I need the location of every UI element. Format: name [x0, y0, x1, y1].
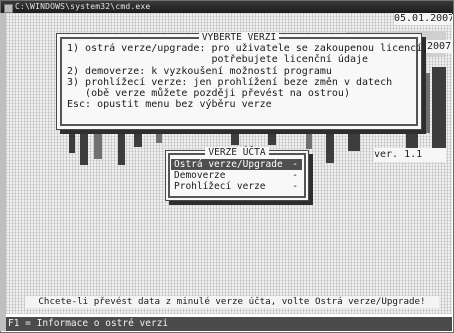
dialog-text: 1) ostrá verze/upgrade: pro uživatele se…: [67, 43, 428, 111]
dialog-line: 1) ostrá verze/upgrade: pro uživatele se…: [67, 43, 429, 54]
select-version-dialog: VYBERTE VERZI 1) ostrá verze/upgrade: pr…: [56, 32, 428, 130]
date-display: 05.01.2007: [394, 13, 452, 25]
menu-list: Ostrá verze/Upgrade - Demoverze - Prohlí…: [171, 159, 302, 192]
menu-item-prohlizeci-verze[interactable]: Prohlížecí verze -: [171, 181, 302, 192]
dialog-line: 3) prohlížecí verze: jen prohlížení beze…: [67, 76, 393, 88]
menu-item-label: Ostrá verze/Upgrade: [174, 159, 283, 170]
console-icon: [4, 4, 13, 13]
menu-item-label: Demoverze: [174, 170, 226, 181]
menu-item-demoverze[interactable]: Demoverze -: [171, 170, 302, 181]
menu-item-marker: -: [292, 170, 298, 181]
dialog-line: Esc: opustit menu bez výběru verze: [67, 99, 272, 111]
background-logo-bar: [432, 67, 446, 151]
menu-item-marker: -: [292, 159, 298, 170]
menu-item-ostra-verze[interactable]: Ostrá verze/Upgrade -: [171, 159, 302, 170]
dialog-line: (obě verze můžete později převést na ost…: [67, 88, 350, 100]
background-logo-bar: [326, 125, 334, 163]
window-title: C:\WINDOWS\system32\cmd.exe: [15, 2, 151, 11]
upgrade-hint: Chcete-li převést data z minulé verze úč…: [25, 296, 439, 308]
dialog-line: 2) demoverze: k vyzkoušení možností prog…: [67, 65, 332, 77]
menu-item-marker: -: [292, 181, 298, 192]
menu-item-label: Prohlížecí verze: [174, 181, 266, 192]
dialog-line: potřebujete licenční údaje: [67, 54, 369, 66]
version-menu: VERZE ÚČTA Ostrá verze/Upgrade - Demover…: [165, 147, 309, 201]
dialog-title: VYBERTE VERZI: [198, 32, 280, 43]
version-label: ver. 1.1: [374, 148, 446, 162]
status-bar: F1 = Informace o ostré verzi: [6, 317, 452, 331]
menu-title: VERZE ÚČTA: [205, 147, 269, 158]
status-text: F1 = Informace o ostré verzi: [8, 318, 169, 329]
